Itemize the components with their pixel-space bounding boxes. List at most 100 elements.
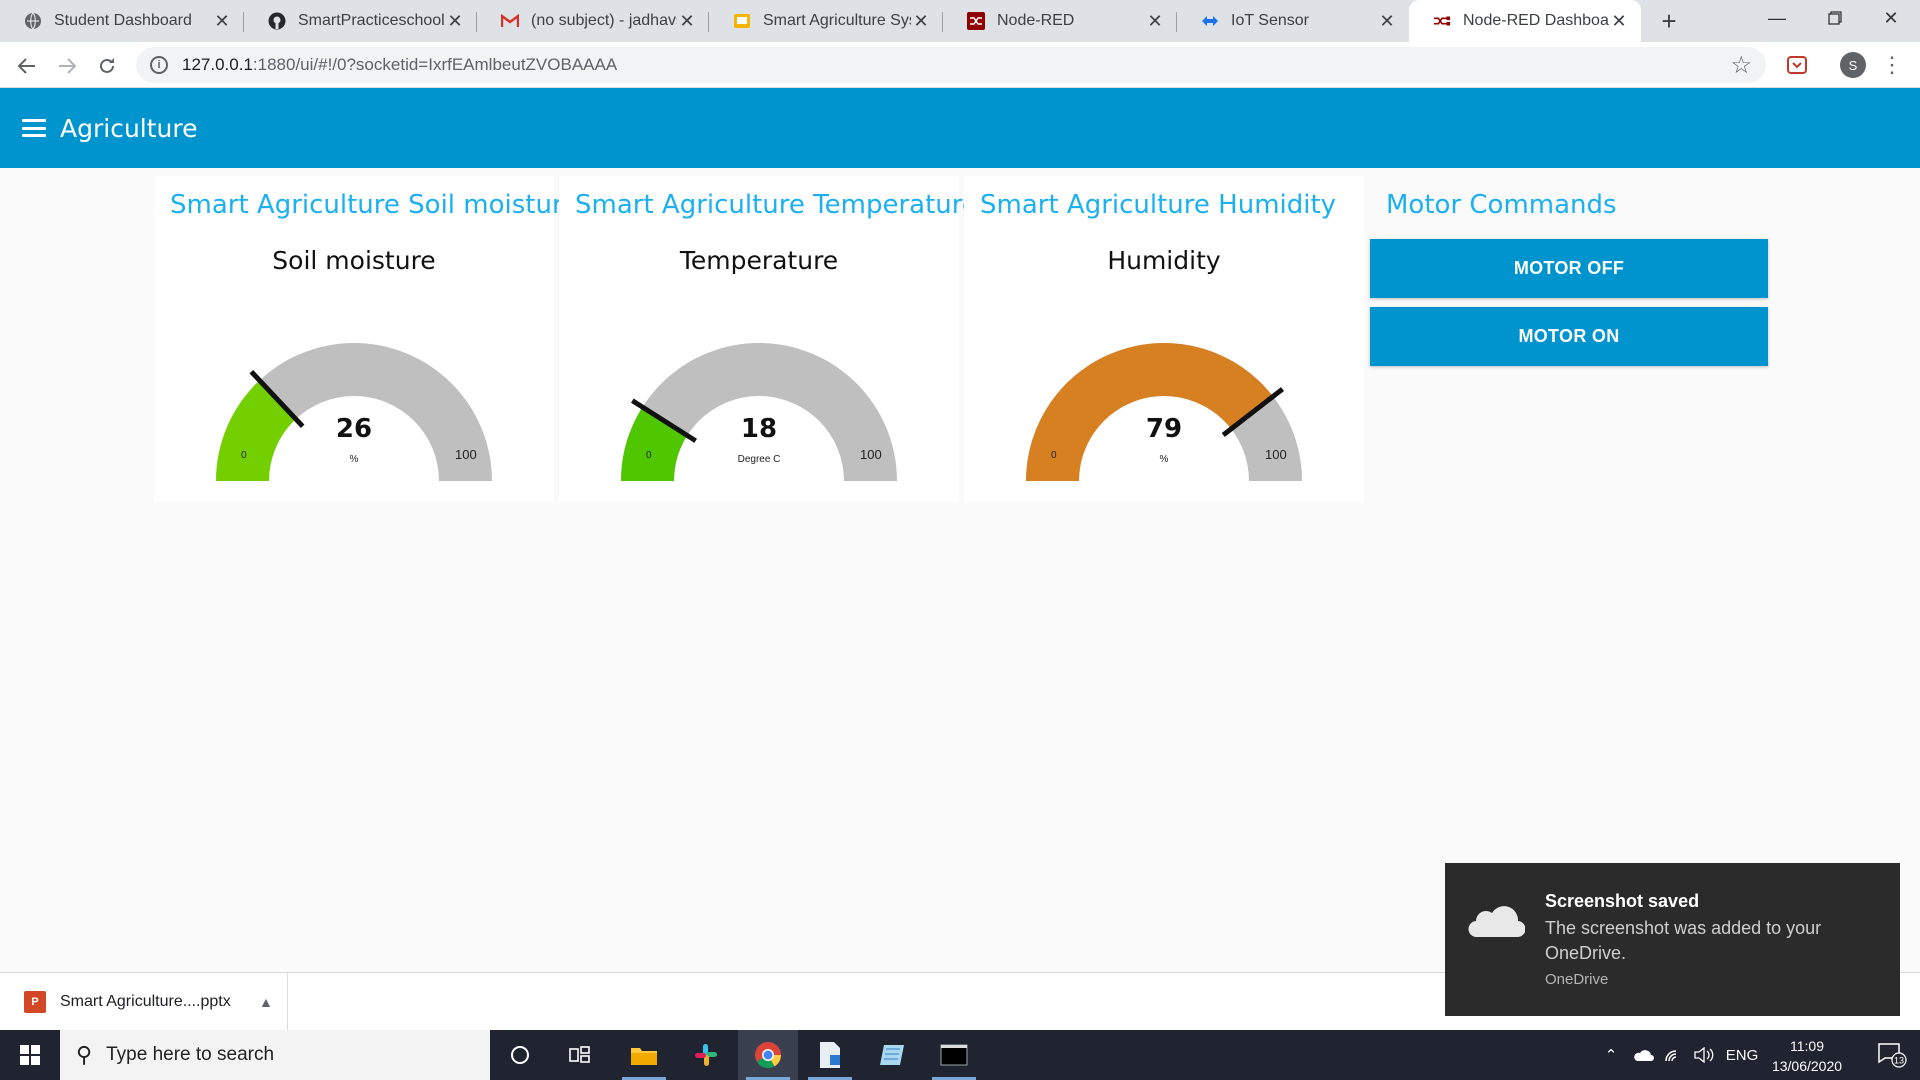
gauge-value: 79: [1145, 414, 1183, 444]
tab-title: (no subject) - jadhavsa: [531, 12, 677, 29]
reload-icon[interactable]: [90, 49, 124, 83]
iot-icon: [1201, 12, 1219, 30]
gauge-max-label: 100: [1265, 447, 1287, 462]
file-explorer-icon[interactable]: [614, 1030, 674, 1080]
hamburger-menu-icon[interactable]: [22, 119, 46, 137]
tab-title: SmartPracticeschool/IIS: [298, 12, 445, 29]
bookmark-star-icon[interactable]: ☆: [1730, 51, 1752, 80]
forward-arrow-icon[interactable]: [50, 49, 84, 83]
tab-node-red[interactable]: Node-RED ✕: [943, 0, 1177, 42]
address-bar[interactable]: i 127.0.0.1:1880/ui/#!/0?socketid=IxrfEA…: [136, 47, 1766, 83]
clock-date: 13/06/2020: [1771, 1058, 1843, 1074]
group-title: Smart Agriculture Temperature: [575, 190, 978, 220]
slides-icon: [733, 12, 751, 30]
url-text: 127.0.0.1:1880/ui/#!/0?socketid=IxrfEAml…: [182, 55, 617, 75]
dashboard-header: Agriculture: [0, 88, 1920, 168]
gauge-max-label: 100: [860, 447, 882, 462]
taskbar-clock[interactable]: 11:09 13/06/2020: [1762, 1036, 1852, 1076]
search-icon: ⚲: [76, 1042, 93, 1067]
page-title: Agriculture: [60, 113, 198, 143]
tab-github[interactable]: SmartPracticeschool/IIS ✕: [244, 0, 477, 42]
toast-title: Screenshot saved: [1545, 891, 1700, 911]
tab-title: Node-RED: [997, 12, 1075, 29]
gauge-unit: %: [1159, 454, 1169, 465]
chrome-icon[interactable]: [738, 1030, 798, 1080]
motor-on-button[interactable]: MOTOR ON: [1370, 307, 1768, 366]
close-icon[interactable]: ✕: [677, 11, 697, 32]
gmail-icon: [501, 12, 519, 30]
window-close-icon[interactable]: ✕: [1862, 0, 1920, 36]
close-icon[interactable]: ✕: [445, 11, 465, 32]
group-title: Smart Agriculture Soil moisture: [170, 190, 579, 220]
temperature-group: Smart Agriculture Temperature Temperatur…: [559, 176, 978, 502]
language-indicator[interactable]: ENG: [1722, 1030, 1762, 1080]
gauge-min-label: 0: [646, 450, 652, 461]
volume-icon[interactable]: [1690, 1030, 1718, 1080]
new-tab-plus-icon[interactable]: +: [1652, 4, 1686, 38]
gauge-label: Temperature: [679, 246, 839, 275]
tab-student-dashboard[interactable]: Student Dashboard ✕: [0, 0, 244, 42]
tab-title: IoT Sensor: [1231, 12, 1309, 29]
tab-google-slides[interactable]: Smart Agriculture Syste ✕: [709, 0, 943, 42]
gauge-unit: Degree C: [737, 454, 781, 465]
tab-title: Student Dashboard: [54, 12, 192, 29]
gauge-value: 18: [740, 414, 778, 444]
gauge-max-label: 100: [455, 447, 477, 462]
close-icon[interactable]: ✕: [1145, 11, 1165, 32]
onedrive-toast[interactable]: Screenshot saved The screenshot was adde…: [1445, 863, 1900, 1016]
tab-iot-sensor[interactable]: IoT Sensor ✕: [1177, 0, 1409, 42]
chevron-up-icon[interactable]: ▲: [259, 994, 287, 1010]
soil-moisture-group: Smart Agriculture Soil moisture Soil moi…: [154, 176, 578, 502]
github-icon: [268, 12, 286, 30]
document-app-icon[interactable]: [800, 1030, 860, 1080]
toast-source: OneDrive: [1545, 971, 1609, 988]
browser-tab-strip: Student Dashboard ✕ SmartPracticeschool/…: [0, 0, 1920, 42]
notepad-icon[interactable]: [862, 1030, 922, 1080]
tab-node-red-dashboard[interactable]: Node-RED Dashboard ✕: [1409, 0, 1641, 42]
onedrive-cloud-icon: [1465, 901, 1526, 944]
chevron-up-icon[interactable]: ⌃: [1598, 1030, 1624, 1080]
download-item[interactable]: P Smart Agriculture....pptx ▲: [0, 973, 288, 1031]
gauge-min-label: 0: [241, 450, 247, 461]
tab-gmail[interactable]: (no subject) - jadhavsa ✕: [477, 0, 709, 42]
windows-taskbar: ⚲ Type here to search ⌃ ENG 11:09 13/06/…: [0, 1030, 1920, 1080]
url-host: 127.0.0.1: [182, 55, 253, 74]
windows-start-icon[interactable]: [0, 1030, 60, 1080]
wifi-icon[interactable]: [1660, 1030, 1686, 1080]
taskbar-search[interactable]: ⚲ Type here to search: [60, 1030, 490, 1080]
motor-commands-group: Motor Commands MOTOR OFF MOTOR ON: [1370, 176, 1768, 376]
site-info-icon[interactable]: i: [150, 56, 168, 74]
motor-off-button[interactable]: MOTOR OFF: [1370, 239, 1768, 298]
gauge-label: Humidity: [1107, 246, 1221, 275]
close-icon[interactable]: ✕: [1377, 11, 1397, 32]
onedrive-tray-icon[interactable]: [1628, 1030, 1658, 1080]
task-view-icon[interactable]: [550, 1030, 610, 1080]
gauge-label: Soil moisture: [272, 246, 436, 275]
temperature-gauge: [621, 343, 897, 481]
pocket-extension-icon[interactable]: [1784, 52, 1810, 78]
back-arrow-icon[interactable]: [10, 49, 44, 83]
close-icon[interactable]: ✕: [212, 11, 232, 32]
slack-icon[interactable]: [676, 1030, 736, 1080]
tab-title: Smart Agriculture Syste: [763, 12, 911, 29]
nodered-dashboard-icon: [1433, 12, 1451, 30]
restore-icon[interactable]: [1806, 0, 1864, 36]
humidity-group: Smart Agriculture Humidity Humidity 79 %…: [964, 176, 1364, 502]
clock-time: 11:09: [1790, 1038, 1824, 1054]
minimize-icon[interactable]: —: [1748, 0, 1806, 36]
soil-moisture-gauge: [216, 343, 492, 481]
more-menu-icon[interactable]: ⋮: [1880, 50, 1904, 80]
gauge-unit: %: [349, 454, 359, 465]
tab-title: Node-RED Dashboard: [1463, 12, 1609, 29]
close-icon[interactable]: ✕: [1609, 11, 1629, 32]
nodered-icon: [967, 12, 985, 30]
cortana-icon[interactable]: [490, 1030, 550, 1080]
url-path: :1880/ui/#!/0?socketid=IxrfEAmlbeutZVOBA…: [252, 55, 618, 74]
gauge-min-label: 0: [1051, 450, 1057, 461]
command-prompt-icon[interactable]: [924, 1030, 984, 1080]
action-center-icon[interactable]: 13: [1864, 1030, 1920, 1080]
group-title: Smart Agriculture Humidity: [980, 190, 1337, 220]
close-icon[interactable]: ✕: [911, 11, 931, 32]
profile-avatar[interactable]: S: [1840, 52, 1866, 78]
toast-body: The screenshot was added to your OneDriv…: [1545, 918, 1822, 963]
